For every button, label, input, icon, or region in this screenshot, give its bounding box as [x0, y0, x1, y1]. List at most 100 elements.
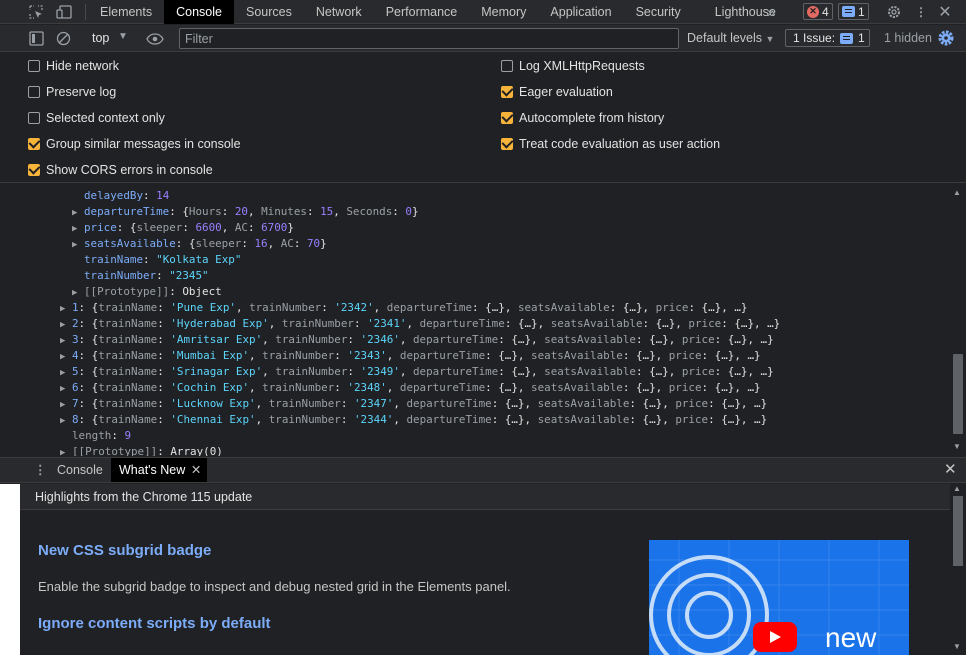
- setting-group-similar[interactable]: Group similar messages in console: [28, 134, 241, 154]
- setting-selected-context[interactable]: Selected context only: [28, 108, 165, 128]
- tab-console[interactable]: Console: [164, 0, 234, 24]
- context-dropdown-icon[interactable]: ▼: [118, 31, 128, 42]
- setting-cors-errors[interactable]: Show CORS errors in console: [28, 160, 213, 180]
- scroll-down-icon[interactable]: ▼: [953, 442, 961, 451]
- panel-tab-bar: Elements Console Sources Network Perform…: [0, 0, 966, 24]
- prop-prototype[interactable]: ▶ [[Prototype]]: Object: [72, 284, 222, 300]
- checkbox-checked[interactable]: [501, 86, 513, 98]
- close-tab-icon[interactable]: ✕: [191, 458, 201, 482]
- expand-triangle-icon: ▶: [60, 416, 66, 426]
- live-expression-eye-icon[interactable]: [145, 30, 165, 47]
- feature-title-link[interactable]: Ignore content scripts by default: [38, 615, 271, 632]
- close-devtools-icon[interactable]: ✕: [936, 3, 954, 21]
- checkbox-checked[interactable]: [28, 138, 40, 150]
- scrollbar-thumb[interactable]: [953, 496, 963, 566]
- array-item[interactable]: ▶ 5: {trainName: 'Srinagar Exp', trainNu…: [60, 364, 774, 380]
- message-icon: [842, 6, 855, 17]
- scroll-up-icon[interactable]: ▲: [953, 484, 961, 493]
- tab-security[interactable]: Security: [624, 0, 703, 24]
- scroll-down-icon[interactable]: ▼: [953, 642, 961, 651]
- checkbox[interactable]: [501, 60, 513, 72]
- expand-triangle-icon: ▶: [60, 320, 66, 330]
- prop-price[interactable]: ▶ price: {sleeper: 6600, AC: 6700}: [72, 220, 294, 236]
- drawer-scrollbar[interactable]: ▲ ▼: [950, 484, 966, 655]
- tab-performance[interactable]: Performance: [374, 0, 470, 24]
- device-toolbar-icon[interactable]: [55, 3, 73, 21]
- expand-triangle-icon: ▶: [60, 400, 66, 410]
- prop-delayed-by: delayedBy: 14: [84, 189, 170, 202]
- drawer-tab-console[interactable]: Console: [49, 458, 111, 482]
- console-line: ▼: [72, 184, 77, 188]
- array-item[interactable]: ▶ 2: {trainName: 'Hyderabad Exp', trainN…: [60, 316, 780, 332]
- expand-triangle-icon: ▶: [72, 240, 78, 250]
- array-item[interactable]: ▶ 6: {trainName: 'Cochin Exp', trainNumb…: [60, 380, 761, 396]
- expand-triangle-icon: ▶: [60, 304, 66, 314]
- clear-console-icon[interactable]: [55, 30, 72, 47]
- issues-button[interactable]: 1 Issue: 1: [785, 29, 870, 47]
- error-icon: ✕: [807, 5, 819, 18]
- setting-eager-eval[interactable]: Eager evaluation: [501, 82, 613, 102]
- more-tabs-icon[interactable]: »: [762, 3, 780, 21]
- console-output[interactable]: ▼ delayedBy: 14 ▶ departureTime: {Hours:…: [0, 184, 966, 456]
- checkbox-checked[interactable]: [28, 164, 40, 176]
- video-caption: new: [825, 622, 877, 653]
- log-levels-dropdown[interactable]: Default levels ▼: [687, 31, 774, 45]
- expand-triangle-icon: ▶: [72, 288, 78, 298]
- array-item[interactable]: ▶ 8: {trainName: 'Chennai Exp', trainNum…: [60, 412, 767, 428]
- tab-network[interactable]: Network: [304, 0, 374, 24]
- devtools-window: Elements Console Sources Network Perform…: [0, 0, 966, 655]
- settings-gear-icon[interactable]: [885, 3, 903, 21]
- setting-hide-network[interactable]: Hide network: [28, 56, 119, 76]
- levels-caret-icon: ▼: [765, 34, 775, 44]
- prop-seats-available[interactable]: ▶ seatsAvailable: {sleeper: 16, AC: 70}: [72, 236, 327, 252]
- scrollbar-thumb[interactable]: [953, 354, 963, 434]
- whats-new-header: Highlights from the Chrome 115 update: [20, 484, 950, 510]
- tab-sources[interactable]: Sources: [234, 0, 304, 24]
- divider: [85, 4, 86, 20]
- expand-triangle-icon: ▶: [60, 352, 66, 362]
- console-toolbar: top ▼ Default levels ▼ 1 Issue: 1 1 hidd…: [0, 25, 966, 52]
- filter-input[interactable]: [179, 28, 679, 49]
- expand-triangle-icon: ▶: [60, 384, 66, 394]
- panel-tabs: Elements Console Sources Network Perform…: [88, 0, 788, 24]
- array-item[interactable]: ▶ 3: {trainName: 'Amritsar Exp', trainNu…: [60, 332, 774, 348]
- expand-triangle-icon: ▶: [72, 208, 78, 218]
- sidebar-toggle-icon[interactable]: [28, 30, 45, 47]
- feature-description: Enable the subgrid badge to inspect and …: [38, 579, 511, 594]
- checkbox-checked[interactable]: [501, 112, 513, 124]
- checkbox[interactable]: [28, 60, 40, 72]
- array-prototype[interactable]: ▶ [[Prototype]]: Array(0): [60, 444, 223, 456]
- hidden-messages-count: 1 hidden: [884, 31, 932, 45]
- issue-icon: [840, 32, 854, 44]
- checkbox[interactable]: [28, 112, 40, 124]
- setting-log-xhr[interactable]: Log XMLHttpRequests: [501, 56, 645, 76]
- setting-user-action[interactable]: Treat code evaluation as user action: [501, 134, 720, 154]
- scroll-up-icon[interactable]: ▲: [953, 188, 961, 197]
- console-settings-gear-icon[interactable]: [937, 29, 955, 47]
- drawer-tab-whats-new[interactable]: What's New ✕: [111, 458, 208, 482]
- context-selector[interactable]: top: [92, 31, 109, 45]
- gutter: [0, 484, 20, 655]
- prop-length: length: 9: [72, 429, 132, 442]
- prop-departure-time[interactable]: ▶ departureTime: {Hours: 20, Minutes: 15…: [72, 204, 419, 220]
- drawer-tab-bar: ⋮ Console What's New ✕ ✕: [0, 457, 966, 483]
- error-count-badge[interactable]: ✕ 4: [803, 3, 833, 20]
- tab-elements[interactable]: Elements: [88, 0, 164, 24]
- close-drawer-icon[interactable]: ✕: [936, 458, 965, 482]
- message-count-badge[interactable]: 1: [838, 3, 869, 20]
- whats-new-video-thumbnail[interactable]: new: [649, 540, 909, 655]
- console-scrollbar[interactable]: ▲ ▼: [950, 184, 966, 456]
- checkbox-checked[interactable]: [501, 138, 513, 150]
- array-item[interactable]: ▶ 1: {trainName: 'Pune Exp', trainNumber…: [60, 300, 747, 316]
- youtube-play-icon[interactable]: [753, 622, 797, 652]
- array-item[interactable]: ▶ 4: {trainName: 'Mumbai Exp', trainNumb…: [60, 348, 761, 364]
- tab-memory[interactable]: Memory: [469, 0, 538, 24]
- kebab-menu-icon[interactable]: ⋮: [912, 3, 930, 21]
- setting-autocomplete[interactable]: Autocomplete from history: [501, 108, 664, 128]
- feature-title-link[interactable]: New CSS subgrid badge: [38, 542, 211, 559]
- array-item[interactable]: ▶ 7: {trainName: 'Lucknow Exp', trainNum…: [60, 396, 767, 412]
- tab-application[interactable]: Application: [538, 0, 623, 24]
- setting-preserve-log[interactable]: Preserve log: [28, 82, 116, 102]
- checkbox[interactable]: [28, 86, 40, 98]
- inspect-element-icon[interactable]: [27, 3, 45, 21]
